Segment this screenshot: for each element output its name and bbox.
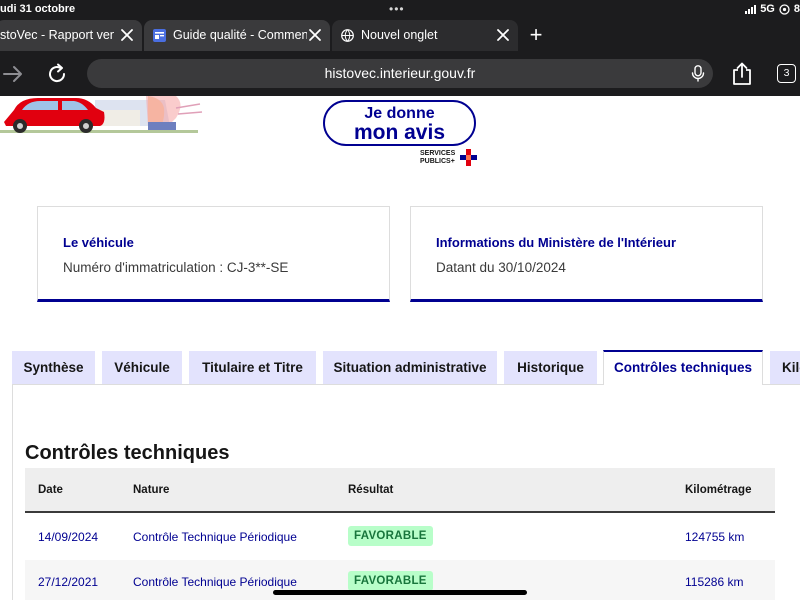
globe-icon (341, 29, 354, 42)
web-page: Je donne mon avis SERVICES PUBLICS+ Le v… (0, 96, 800, 600)
cell-nature: Contrôle Technique Périodique (133, 530, 297, 544)
table-row: 14/09/2024 Contrôle Technique Périodique… (25, 515, 775, 560)
vehicle-registration: Numéro d'immatriculation : CJ-3**-SE (63, 260, 289, 275)
share-icon[interactable] (731, 62, 753, 86)
home-indicator[interactable] (273, 590, 527, 595)
forward-arrow-icon[interactable] (2, 63, 24, 85)
tab-label: stoVec - Rapport vende (0, 28, 114, 42)
tab-situation-administrative[interactable]: Situation administrative (323, 351, 497, 384)
status-bar: udi 31 octobre ••• 5G 8 (0, 0, 800, 20)
cell-km: 124755 km (685, 530, 745, 544)
cell-date: 27/12/2021 (38, 575, 99, 589)
network-type: 5G (760, 3, 775, 15)
address-bar: histovec.interieur.gouv.fr 3 (0, 51, 800, 96)
site-favicon-icon (153, 29, 166, 42)
header-resultat: Résultat (348, 484, 394, 496)
battery-level: 8 (793, 3, 800, 15)
close-tab-icon[interactable] (496, 28, 510, 42)
close-tab-icon[interactable] (308, 28, 322, 42)
tab-label: Nouvel onglet (361, 28, 438, 42)
tab-titulaire-titre[interactable]: Titulaire et Titre (189, 351, 316, 384)
ministry-info-card: Informations du Ministère de l'Intérieur… (410, 206, 763, 302)
result-badge: FAVORABLE (348, 571, 433, 591)
services-publics-logo: SERVICES PUBLICS+ (420, 149, 480, 167)
vehicle-card-title: Le véhicule (63, 235, 134, 250)
header-kilometrage: Kilométrage (685, 484, 752, 496)
microphone-icon[interactable] (691, 65, 705, 82)
tab-overview-button[interactable]: 3 (777, 64, 796, 83)
avis-line1: Je donne (364, 105, 435, 122)
tab-synthese[interactable]: Synthèse (12, 351, 95, 384)
sp-line1: SERVICES (420, 150, 456, 157)
tab-controles-techniques[interactable]: Contrôles techniques (603, 350, 763, 385)
vehicle-card: Le véhicule Numéro d'immatriculation : C… (37, 206, 390, 302)
sp-line2: PUBLICS+ (420, 157, 455, 165)
ministry-card-date: Datant du 30/10/2024 (436, 260, 566, 275)
ministry-card-title: Informations du Ministère de l'Intérieur (436, 235, 677, 250)
browser-tab-guide[interactable]: Guide qualité - Comment (144, 20, 330, 51)
browser-tab-new[interactable]: Nouvel onglet (332, 20, 518, 51)
multitasking-dots[interactable]: ••• (389, 2, 405, 16)
result-badge: FAVORABLE (348, 526, 433, 546)
hero-illustration (0, 96, 203, 133)
close-tab-icon[interactable] (120, 28, 134, 42)
tab-kilometrage[interactable]: Kilo (770, 351, 800, 384)
browser-tab-histovec[interactable]: stoVec - Rapport vende (0, 20, 142, 51)
je-donne-mon-avis-button[interactable]: Je donne mon avis (323, 100, 476, 146)
location-icon (779, 3, 790, 15)
header-nature: Nature (133, 484, 170, 496)
avis-line2: mon avis (353, 121, 446, 144)
url-text: histovec.interieur.gouv.fr (324, 65, 476, 81)
tab-historique[interactable]: Historique (504, 351, 597, 384)
status-date: udi 31 octobre (0, 3, 76, 15)
reload-icon[interactable] (46, 63, 68, 85)
browser-tab-bar: stoVec - Rapport vende Guide qualité - C… (0, 20, 800, 51)
status-right: 5G 8 (745, 3, 800, 15)
tab-vehicule[interactable]: Véhicule (102, 351, 182, 384)
cellular-signal-icon (745, 4, 757, 14)
new-tab-button[interactable]: + (527, 24, 545, 46)
report-tabs: Synthèse Véhicule Titulaire et Titre Sit… (12, 350, 800, 385)
cell-nature: Contrôle Technique Périodique (133, 575, 297, 589)
cell-km: 115286 km (685, 575, 744, 589)
section-title: Contrôles techniques (25, 442, 230, 464)
header-date: Date (38, 484, 63, 496)
tab-label: Guide qualité - Comment (173, 28, 307, 42)
table-header: Date Nature Résultat Kilométrage (25, 468, 775, 513)
services-publics-plus-icon (460, 149, 477, 166)
cell-date: 14/09/2024 (38, 530, 99, 544)
url-field[interactable]: histovec.interieur.gouv.fr (87, 59, 713, 88)
